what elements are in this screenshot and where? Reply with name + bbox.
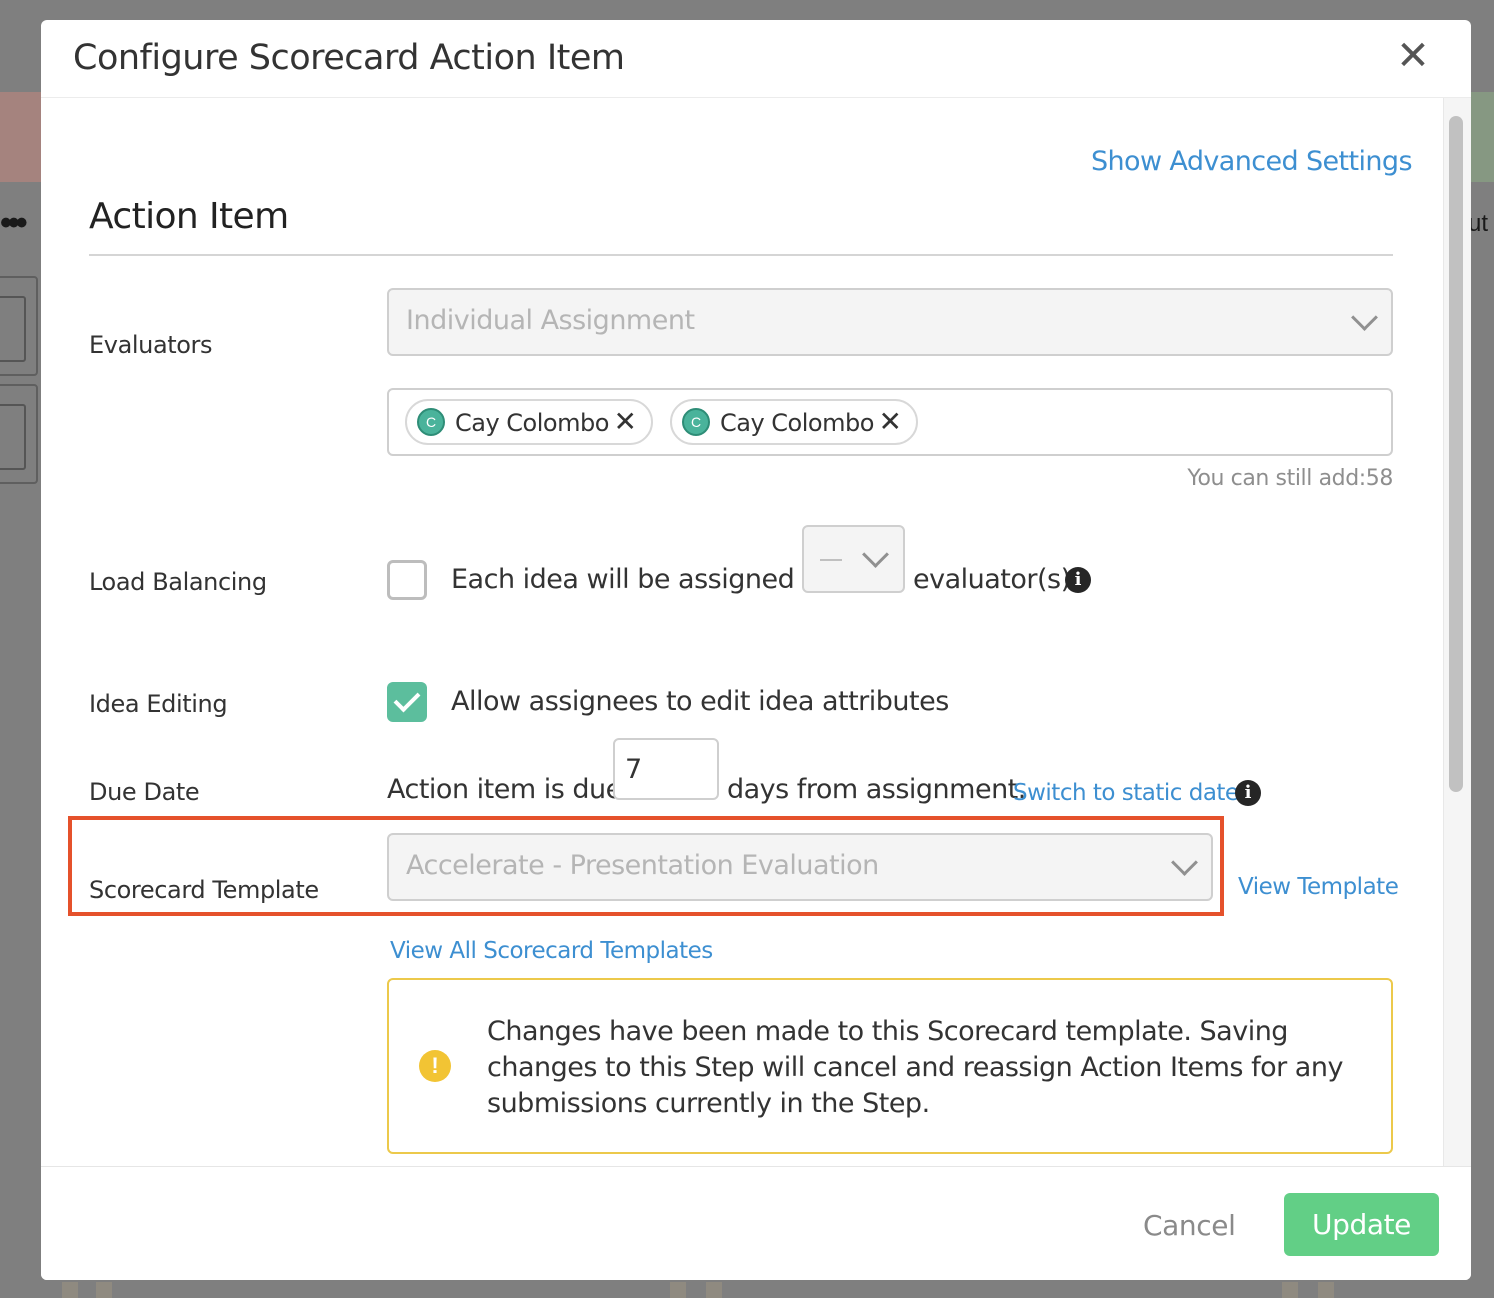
close-icon[interactable]: ✕: [1393, 34, 1433, 78]
idea-editing-text: Allow assignees to edit idea attributes: [451, 686, 949, 717]
section-divider: [89, 254, 1393, 256]
update-button[interactable]: Update: [1284, 1193, 1439, 1256]
close-icon[interactable]: ✕: [614, 405, 637, 439]
info-icon[interactable]: i: [1065, 567, 1091, 593]
warning-icon: !: [419, 1050, 451, 1082]
background-fragment: [62, 1282, 78, 1298]
evaluator-name: Cay Colombo: [720, 409, 874, 437]
background-card: [0, 384, 38, 484]
due-days-input[interactable]: 7: [613, 738, 719, 800]
view-all-scorecard-templates-link[interactable]: View All Scorecard Templates: [390, 938, 713, 964]
evaluators-per-idea-select[interactable]: [802, 525, 905, 593]
load-balancing-text: Each idea will be assigned to: [451, 564, 829, 595]
idea-editing-label: Idea Editing: [89, 690, 228, 718]
check-icon: [393, 685, 421, 713]
background-fragment: [670, 1282, 686, 1298]
switch-to-static-date-link[interactable]: Switch to static date: [1013, 780, 1239, 806]
evaluators-label: Evaluators: [89, 331, 213, 359]
background-more-icon: •••: [0, 204, 28, 242]
scorecard-template-value: Accelerate - Presentation Evaluation: [406, 850, 879, 881]
avatar: C: [682, 408, 710, 436]
background-card: [0, 276, 38, 376]
scorecard-template-label: Scorecard Template: [89, 876, 319, 904]
modal-header: Configure Scorecard Action Item ✕: [41, 20, 1471, 98]
chevron-down-icon: [862, 541, 889, 568]
background-fragment: [706, 1282, 722, 1298]
idea-editing-checkbox[interactable]: [387, 682, 427, 722]
load-balancing-checkbox[interactable]: [387, 560, 427, 600]
modal-body[interactable]: Show Advanced Settings Action Item Evalu…: [41, 98, 1471, 1166]
scrollbar-thumb[interactable]: [1449, 116, 1463, 792]
view-template-link[interactable]: View Template: [1238, 874, 1399, 900]
background-fragment: [96, 1282, 112, 1298]
warning-callout: ! Changes have been made to this Scoreca…: [387, 978, 1393, 1154]
modal-title: Configure Scorecard Action Item: [73, 38, 625, 78]
info-icon[interactable]: i: [1235, 780, 1261, 806]
configure-action-item-modal: Configure Scorecard Action Item ✕ Show A…: [41, 20, 1471, 1280]
warning-text: Changes have been made to this Scorecard…: [487, 1016, 1343, 1119]
scorecard-template-select[interactable]: Accelerate - Presentation Evaluation: [387, 833, 1213, 901]
load-balancing-suffix: evaluator(s): [913, 564, 1071, 595]
section-title: Action Item: [89, 196, 289, 237]
due-date-label: Due Date: [89, 778, 200, 806]
show-advanced-settings-link[interactable]: Show Advanced Settings: [1091, 146, 1413, 177]
evaluators-tag-input[interactable]: C Cay Colombo ✕ C Cay Colombo ✕: [387, 388, 1393, 456]
close-icon[interactable]: ✕: [879, 405, 902, 439]
background-fragment: [1318, 1282, 1334, 1298]
due-date-prefix: Action item is due: [387, 774, 622, 805]
background-partial-text: ut: [1468, 210, 1489, 237]
evaluator-tag[interactable]: C Cay Colombo ✕: [405, 399, 653, 445]
chevron-down-icon: [1171, 849, 1198, 876]
modal-footer: Cancel Update: [41, 1166, 1471, 1280]
load-balancing-label: Load Balancing: [89, 568, 267, 596]
chevron-down-icon: [1351, 304, 1378, 331]
evaluators-select[interactable]: Individual Assignment: [387, 288, 1393, 356]
remaining-evaluators-count: You can still add:58: [1187, 466, 1393, 491]
avatar: C: [417, 408, 445, 436]
select-placeholder-dash: [820, 559, 842, 561]
evaluator-tag[interactable]: C Cay Colombo ✕: [670, 399, 918, 445]
cancel-button[interactable]: Cancel: [1143, 1209, 1236, 1242]
evaluator-name: Cay Colombo: [455, 409, 609, 437]
evaluators-select-value: Individual Assignment: [406, 305, 695, 336]
due-date-suffix: days from assignment.: [727, 774, 1026, 805]
background-fragment: [1282, 1282, 1298, 1298]
